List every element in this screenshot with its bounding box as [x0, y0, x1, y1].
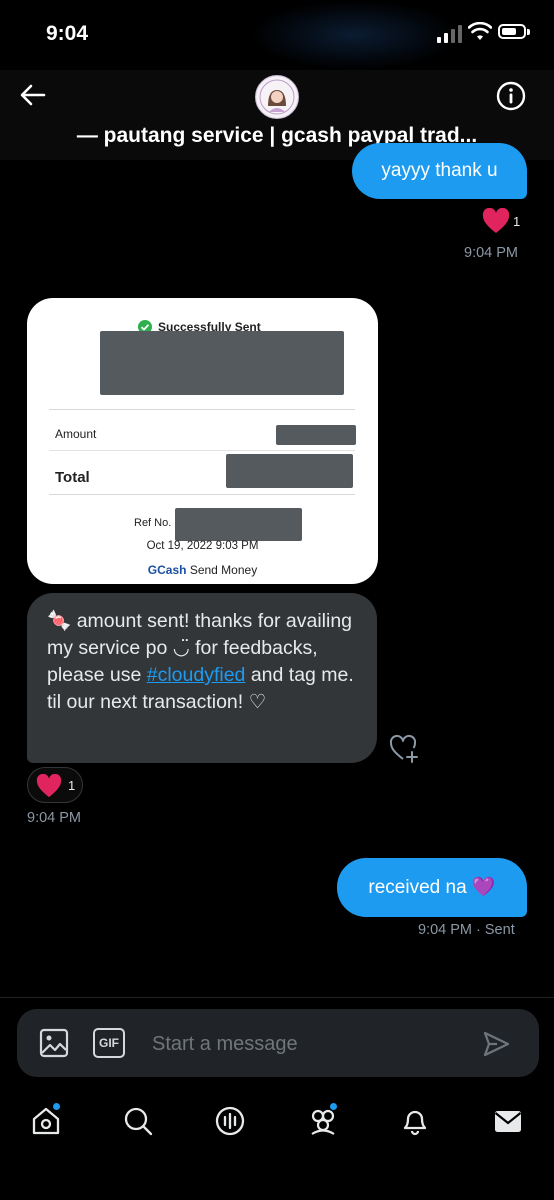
messages-icon[interactable] — [492, 1105, 524, 1137]
message-timestamp: 9:04 PM — [27, 810, 81, 826]
outgoing-message[interactable]: received na 💜 — [337, 858, 527, 917]
outgoing-message[interactable]: yayyy thank u — [352, 143, 527, 199]
info-icon[interactable] — [495, 80, 527, 112]
message-timestamp: 9:04 PM — [464, 245, 518, 261]
ref-label: Ref No. — [134, 517, 172, 529]
total-label: Total — [55, 469, 90, 486]
hashtag-link[interactable]: #cloudyfied — [147, 664, 246, 686]
receipt-image[interactable]: Successfully Sent Amount Total Ref No. O… — [27, 298, 378, 584]
reaction-badge[interactable]: 1 — [27, 767, 83, 803]
reaction-badge[interactable]: 1 — [482, 208, 520, 234]
add-reaction-icon[interactable] — [388, 733, 420, 763]
status-bar-blur — [250, 0, 460, 70]
divider — [49, 494, 355, 495]
status-time: 9:04 — [46, 22, 89, 45]
search-icon[interactable] — [122, 1105, 154, 1137]
heart-icon — [36, 774, 62, 798]
avatar-illustration-icon — [257, 77, 297, 117]
redacted-total — [226, 454, 353, 488]
image-icon[interactable] — [38, 1026, 70, 1060]
redacted-amount — [276, 425, 356, 445]
back-arrow-icon[interactable] — [18, 80, 48, 110]
receipt-service: Send Money — [189, 563, 258, 577]
message-meta: 9:04 PM · Sent — [418, 922, 515, 938]
reaction-count: 1 — [68, 778, 76, 793]
message-timestamp: 9:04 PM — [418, 922, 472, 938]
cellular-signal-icon — [437, 25, 462, 43]
bottom-nav — [0, 1091, 554, 1200]
gcash-logo: GCash — [147, 563, 187, 577]
reaction-count: 1 — [513, 213, 521, 229]
receipt-datetime: Oct 19, 2022 9:03 PM — [146, 540, 259, 552]
message-text: received na 💜 — [368, 877, 496, 898]
divider — [49, 409, 355, 410]
heart-icon — [482, 208, 510, 233]
message-input[interactable] — [150, 1022, 474, 1066]
divider — [49, 450, 355, 451]
message-status: · Sent — [476, 922, 515, 938]
spaces-icon[interactable] — [214, 1105, 246, 1137]
gif-button[interactable]: GIF — [93, 1028, 125, 1058]
battery-icon — [498, 24, 530, 39]
redacted-ref — [175, 508, 302, 541]
receipt-footer: GCash Send Money — [27, 563, 378, 577]
incoming-message[interactable]: 🍬 amount sent! thanks for availing my se… — [27, 593, 377, 763]
notification-dot — [330, 1103, 337, 1110]
amount-label: Amount — [55, 427, 97, 441]
avatar[interactable] — [255, 75, 299, 119]
notification-dot — [53, 1103, 60, 1110]
wifi-icon — [468, 22, 492, 40]
gif-label: GIF — [99, 1036, 119, 1050]
redacted-name — [100, 331, 344, 395]
bell-icon[interactable] — [399, 1105, 431, 1137]
message-text: yayyy thank u — [381, 160, 498, 181]
send-icon[interactable] — [482, 1030, 510, 1058]
